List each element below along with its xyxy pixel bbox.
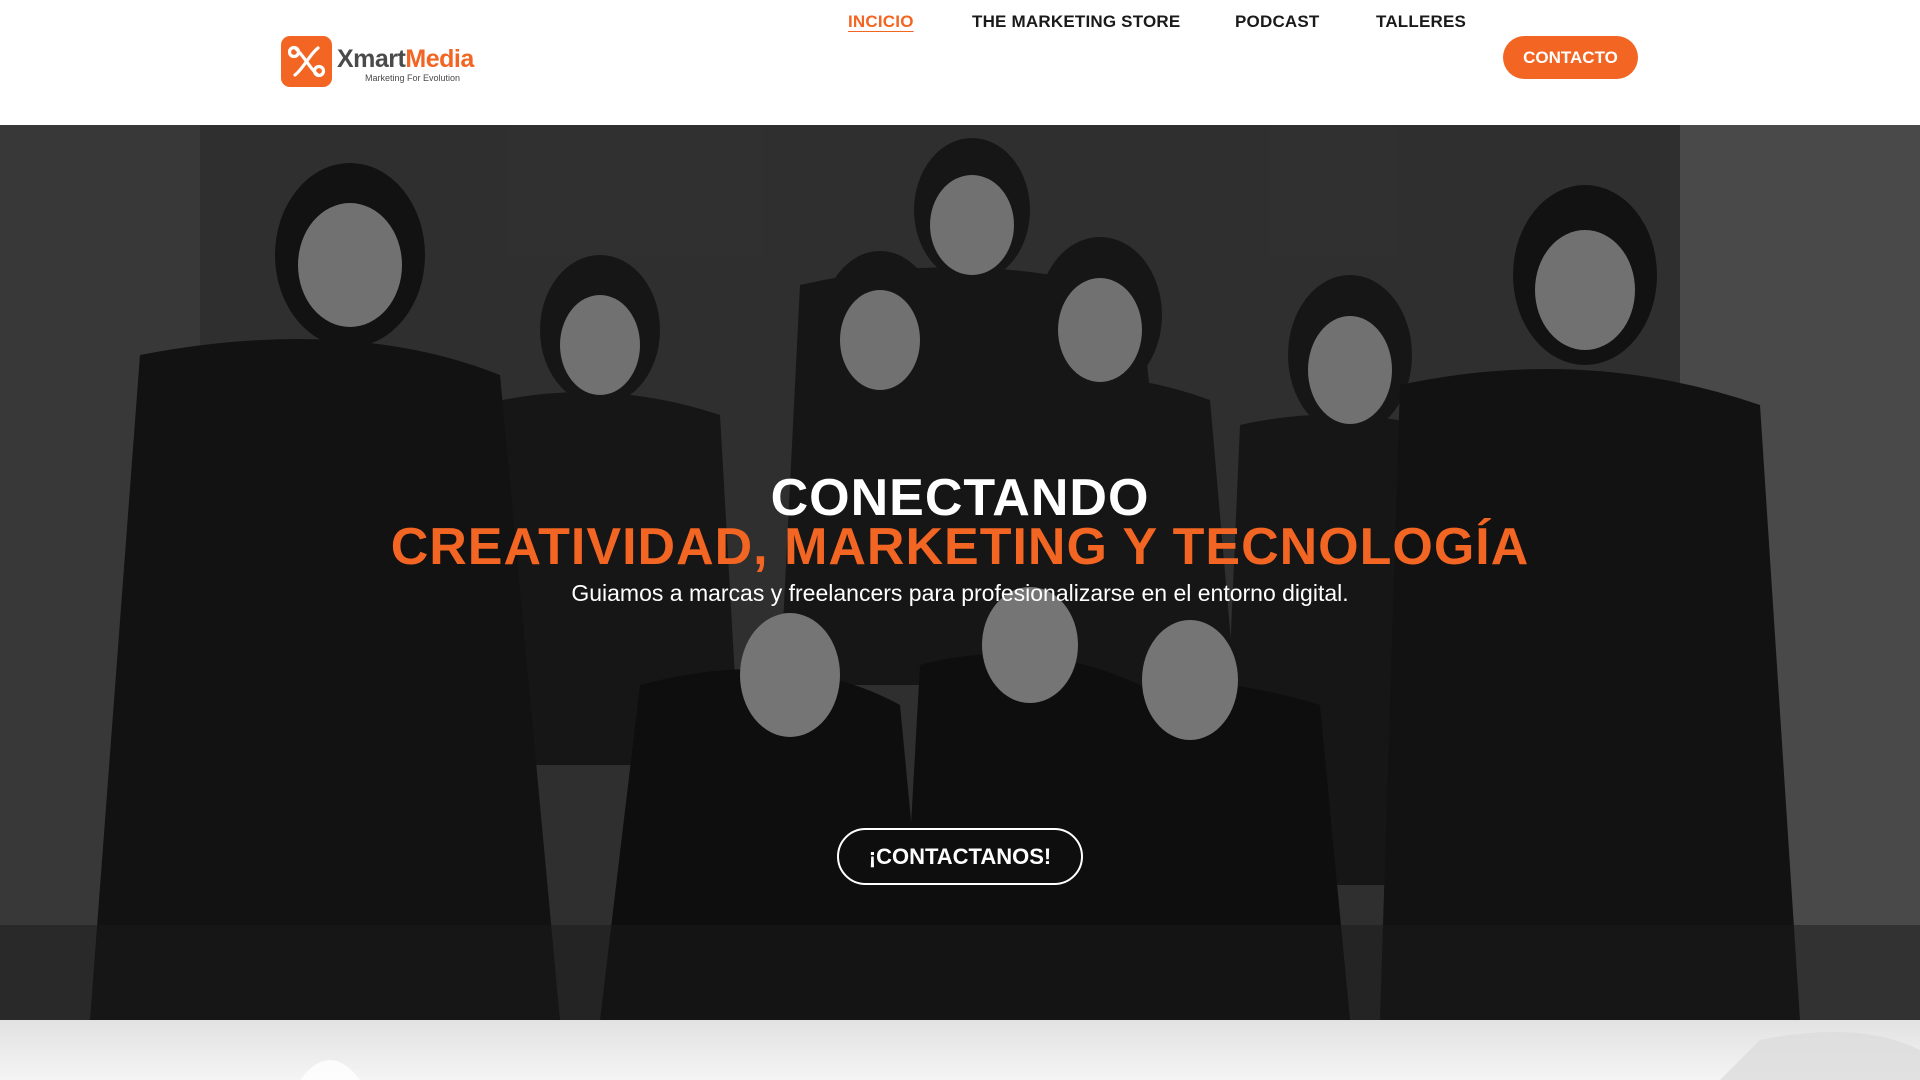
brand-tagline: Marketing For Evolution xyxy=(365,73,461,83)
brand-name-part1: Xmart xyxy=(337,45,406,73)
nav-item-inicio[interactable]: INCICIO xyxy=(848,12,914,32)
next-section-preview xyxy=(0,1020,1920,1080)
brand-wordmark: XmartMedia xyxy=(337,45,474,74)
logo-x-icon xyxy=(281,36,332,87)
nav-item-talleres[interactable]: TALLERES xyxy=(1376,12,1466,32)
hero-section: CONECTANDO CREATIVIDAD, MARKETING Y TECN… xyxy=(0,125,1920,1020)
contact-us-button[interactable]: ¡CONTACTANOS! xyxy=(837,828,1083,885)
brand-name-part2: Media xyxy=(405,45,474,73)
nav-item-marketing-store[interactable]: THE MARKETING STORE xyxy=(972,12,1180,32)
site-header: XmartMedia Marketing For Evolution INCIC… xyxy=(0,0,1920,125)
nav-item-podcast[interactable]: PODCAST xyxy=(1235,12,1320,32)
contact-nav-button[interactable]: CONTACTO xyxy=(1503,36,1638,79)
hero-subtitle: Guiamos a marcas y freelancers para prof… xyxy=(571,580,1349,606)
hero-headline-line2: CREATIVIDAD, MARKETING Y TECNOLOGÍA xyxy=(390,518,1530,576)
wave-decoration xyxy=(300,1032,1920,1080)
brand-logo[interactable]: XmartMedia Marketing For Evolution xyxy=(281,35,481,89)
